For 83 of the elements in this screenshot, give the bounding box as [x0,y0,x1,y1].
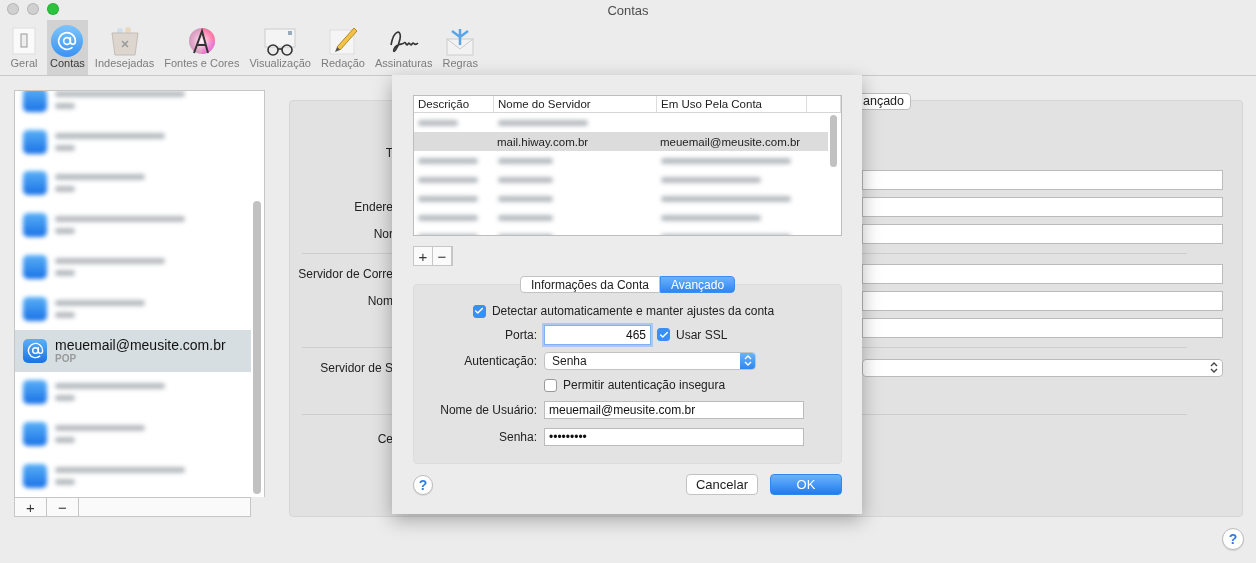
select-field[interactable] [862,358,1223,377]
field-label: Nom [366,293,393,308]
tab[interactable]: Informações da Conta [519,276,660,293]
stepper-icon [743,355,752,366]
password-field[interactable]: ••••••••• [544,427,804,446]
input-field[interactable] [862,317,1223,338]
redacted-text [418,195,478,202]
zoom-button[interactable] [47,3,59,15]
toolbar-tab[interactable]: Redação [317,20,368,75]
account-type: POP [55,353,78,365]
account-icon [23,91,47,112]
toolbar-tab[interactable]: Geral [5,20,43,75]
redacted-text [498,176,553,183]
checkbox[interactable] [544,378,557,392]
add-button[interactable]: + [15,498,47,516]
redacted-text [498,214,553,221]
port-field[interactable]: 465 [544,324,651,345]
redacted-text [418,214,478,221]
column-header[interactable]: Nome do Servidor [494,96,657,112]
at-sign-icon [51,25,84,57]
help-button[interactable]: ? [1222,528,1244,550]
field-label: Servidor de S [319,360,393,375]
checkbox-label: Permitir autenticação insegura [563,378,726,392]
input-field[interactable] [862,169,1223,190]
at-sign-icon [23,338,47,363]
field-label: Nor [372,226,393,241]
table-cell-text: meuemail@meusite.com.br [659,135,802,148]
account-icon [23,255,47,280]
field-label: Autenticação: [463,353,537,368]
checkbox[interactable] [657,328,670,341]
account-icon [23,296,47,321]
trash-bin-icon [108,25,141,57]
field-label: Endere [353,199,393,214]
toolbar-tab[interactable]: Regras [439,20,481,75]
remove-button[interactable]: − [433,247,452,265]
stepper-icon [1210,362,1218,373]
input-field[interactable] [862,196,1223,217]
paper-pencil-icon [326,25,359,57]
redacted-text [418,157,478,164]
authentication-select[interactable]: Senha [544,351,756,370]
account-icon [23,213,47,238]
field-label: Nome de Usuário: [439,403,537,417]
scrollbar[interactable] [253,201,261,494]
toolbar-tab[interactable]: Indesejadas [91,20,158,75]
help-button[interactable]: ? [413,474,433,495]
username-field[interactable]: meuemail@meusite.com.br [544,401,804,419]
close-button[interactable] [7,3,19,15]
redacted-text [498,195,553,202]
account-icon [23,464,47,489]
toolbar-tab[interactable]: Fontes e Cores [161,20,243,75]
envelope-glasses-icon [264,25,297,57]
field-label: Porta: [504,327,537,342]
field-label: Ce [376,431,393,446]
redacted-text [418,176,478,183]
window-title: Contas [607,2,649,18]
input-field[interactable] [862,263,1223,284]
field-label: Senha: [497,429,537,444]
table-row[interactable]: mail.hiway.com.br meuemail@meusite.com.br [414,132,828,151]
checkbox-label: Usar SSL [676,327,728,342]
redacted-text [418,119,458,126]
account-icon [23,422,47,447]
redacted-text [498,157,553,164]
account-icon [23,171,47,196]
scrollbar[interactable] [830,115,837,167]
account-name: meuemail@meusite.com.br [55,337,226,354]
input-field[interactable] [862,290,1223,311]
account-icon [23,129,47,154]
input-field[interactable] [862,223,1223,244]
table-cell-text: mail.hiway.com.br [496,135,590,148]
toolbar-tab[interactable]: Visualização [246,20,314,75]
minimize-button[interactable] [27,3,39,15]
remove-button[interactable]: − [47,498,79,516]
checkbox[interactable] [472,304,486,318]
toolbar-tab[interactable]: Contas [47,20,88,75]
add-button[interactable]: + [414,247,433,265]
account-item[interactable]: meuemail@meusite.com.br POP [15,329,251,372]
cancel-button[interactable]: Cancelar [686,474,758,495]
checkbox-label: Detectar automaticamente e manter ajustes da conta [491,304,775,318]
account-icon [23,380,47,405]
toolbar-tab[interactable]: Assinaturas [372,20,436,75]
column-header[interactable]: Descrição [414,96,494,112]
field-label: Servidor de Corre [297,266,393,281]
column-header[interactable]: Em Uso Pela Conta [657,96,807,112]
